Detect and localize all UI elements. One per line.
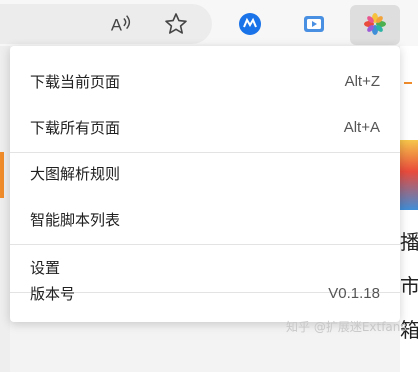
page-text-char: 市 — [400, 274, 418, 298]
menu-item-image-rules[interactable]: 大图解析规则 — [10, 150, 400, 196]
svg-text:A: A — [111, 15, 123, 34]
star-icon[interactable] — [164, 12, 188, 36]
browser-toolbar: A — [0, 0, 418, 46]
menu-item-version-row: 版本号 V0.1.18 — [10, 270, 400, 316]
blue-ext-icon[interactable] — [238, 12, 262, 36]
page-text-char: 播 — [400, 230, 418, 254]
menu-item-shortcut: Alt+A — [343, 118, 380, 136]
read-aloud-icon[interactable]: A — [110, 12, 134, 36]
menu-item-label: 下载所有页面 — [30, 118, 121, 137]
menu-item-label: 下载当前页面 — [30, 72, 121, 91]
menu-item-download-current[interactable]: 下载当前页面 Alt+Z — [10, 58, 400, 104]
page-orange-line — [404, 82, 412, 84]
menu-item-download-all[interactable]: 下载所有页面 Alt+A — [10, 104, 400, 150]
page-left-edge — [0, 46, 10, 372]
menu-item-label: 智能脚本列表 — [30, 210, 121, 229]
menu-item-script-list[interactable]: 智能脚本列表 — [10, 196, 400, 242]
page-thumbnail — [400, 140, 418, 210]
menu-item-shortcut: Alt+Z — [344, 72, 380, 90]
video-ext-icon[interactable] — [302, 12, 326, 36]
menu-item-label: 版本号 — [30, 284, 76, 303]
watermark: 知乎 @扩展迷Extfans — [286, 320, 407, 334]
page-accent-bar — [0, 152, 4, 198]
version-number: V0.1.18 — [328, 284, 380, 302]
menu-item-label: 大图解析规则 — [30, 164, 121, 183]
photos-ext-icon[interactable] — [363, 12, 387, 36]
